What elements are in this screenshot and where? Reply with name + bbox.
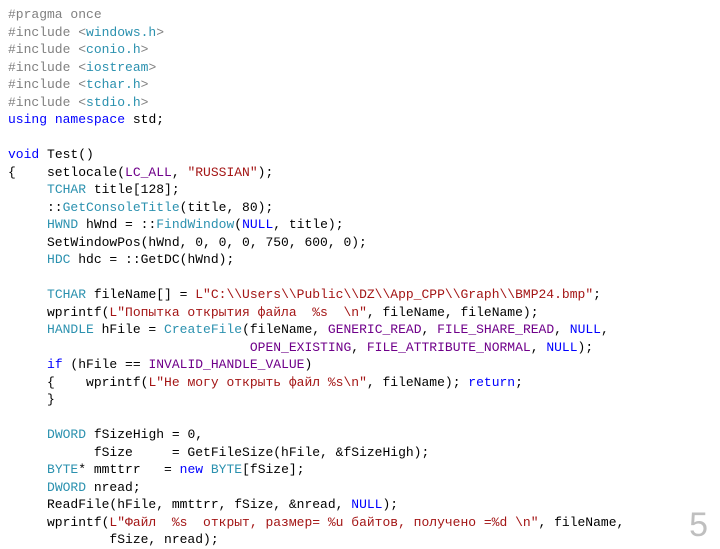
code-line bbox=[8, 409, 720, 427]
code-line: SetWindowPos(hWnd, 0, 0, 0, 750, 600, 0)… bbox=[8, 234, 720, 252]
code-line: void Test() bbox=[8, 146, 720, 164]
code-line: DWORD fSizeHigh = 0, bbox=[8, 426, 720, 444]
page-number: 5 bbox=[689, 517, 708, 535]
code-line: OPEN_EXISTING, FILE_ATTRIBUTE_NORMAL, NU… bbox=[8, 339, 720, 357]
code-slide: #pragma once #include <windows.h> #inclu… bbox=[0, 0, 720, 540]
code-line: BYTE* mmttrr = new BYTE[fSize]; bbox=[8, 461, 720, 479]
code-line: wprintf(L"Попытка открытия файла %s \n",… bbox=[8, 304, 720, 322]
code-line: fSize = GetFileSize(hFile, &fSizeHigh); bbox=[8, 444, 720, 462]
code-line: ::GetConsoleTitle(title, 80); bbox=[8, 199, 720, 217]
code-line bbox=[8, 269, 720, 287]
code-line: using namespace std; bbox=[8, 111, 720, 129]
code-line bbox=[8, 129, 720, 147]
code-line: #pragma once bbox=[8, 6, 720, 24]
code-line: TCHAR title[128]; bbox=[8, 181, 720, 199]
code-line: TCHAR fileName[] = L"C:\\Users\\Public\\… bbox=[8, 286, 720, 304]
code-line: } bbox=[8, 391, 720, 409]
code-line: #include <stdio.h> bbox=[8, 94, 720, 112]
code-line: #include <iostream> bbox=[8, 59, 720, 77]
code-line: ReadFile(hFile, mmttrr, fSize, &nread, N… bbox=[8, 496, 720, 514]
code-line: HANDLE hFile = CreateFile(fileName, GENE… bbox=[8, 321, 720, 339]
code-line: { setlocale(LC_ALL, "RUSSIAN"); bbox=[8, 164, 720, 182]
code-line: HWND hWnd = ::FindWindow(NULL, title); bbox=[8, 216, 720, 234]
code-line: { wprintf(L"Не могу открыть файл %s\n", … bbox=[8, 374, 720, 392]
code-line: DWORD nread; bbox=[8, 479, 720, 497]
code-line: HDC hdc = ::GetDC(hWnd); bbox=[8, 251, 720, 269]
code-line: #include <tchar.h> bbox=[8, 76, 720, 94]
code-line: wprintf(L"Файл %s открыт, размер= %u бай… bbox=[8, 514, 720, 532]
code-line: if (hFile == INVALID_HANDLE_VALUE) bbox=[8, 356, 720, 374]
code-line: #include <windows.h> bbox=[8, 24, 720, 42]
code-line: #include <conio.h> bbox=[8, 41, 720, 59]
